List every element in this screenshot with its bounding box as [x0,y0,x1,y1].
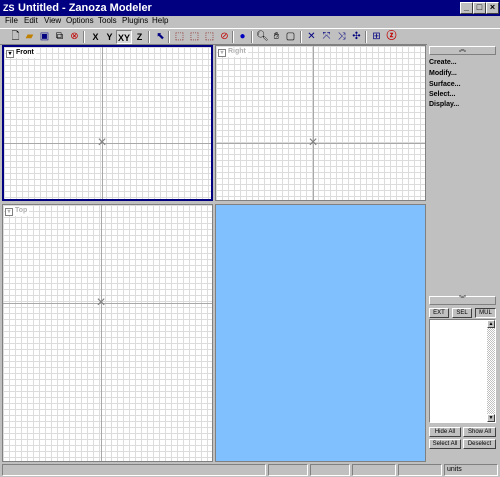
move-edges-icon[interactable]: ⤧ [319,30,334,44]
object-list[interactable]: ▲ ▼ [429,319,496,423]
viewport-menu-icon[interactable]: ▾ [218,49,226,57]
copy-icon[interactable]: ⧉ [52,30,67,44]
menu-help[interactable]: Help [152,16,168,26]
origin-marker-icon: × [97,134,107,151]
minimize-button[interactable]: _ [460,2,473,14]
zoom-extents-icon[interactable]: ▢ [283,30,298,44]
front-viewport[interactable]: ▾ Front × [2,45,213,201]
toolbar-separator [300,31,302,43]
viewport-menu-icon[interactable]: ▾ [5,208,13,216]
toolbar-separator [365,31,367,43]
scale-icon[interactable]: ✣ [349,30,364,44]
menu-plugins[interactable]: Plugins [122,16,148,26]
status-bar: units [0,463,500,477]
cube-view-icon[interactable]: ⬚ [172,30,187,44]
open-folder-icon[interactable]: ▰ [22,30,37,44]
x-axis-line [216,143,425,144]
origin-marker-icon: × [96,294,106,311]
right-viewport[interactable]: ▾ Right × [215,45,426,201]
collapse-down-button[interactable]: ︾ [429,296,496,305]
rotate-icon[interactable]: ⤨ [334,30,349,44]
window-title: Untitled - Zanoza Modeler [18,2,152,14]
toolbar-separator [232,31,234,43]
menu-file[interactable]: File [5,16,18,26]
top-viewport-label[interactable]: ▾ Top [5,206,30,216]
viewport-menu-icon[interactable]: ▾ [6,50,14,58]
y-axis-line [101,205,102,461]
axis-z-button[interactable]: Z [132,30,147,44]
status-units: units [444,464,498,476]
origin-marker-icon: × [308,134,318,151]
select-arrow-icon[interactable]: ⬉ [153,30,168,44]
move-vertices-icon[interactable]: ✕ [304,30,319,44]
menu-tools[interactable]: Tools [98,16,117,26]
right-viewport-label[interactable]: ▾ Right [218,47,248,57]
toolbar-separator [251,31,253,43]
cube-wire-icon[interactable]: ⬚ [202,30,217,44]
hand-pan-icon[interactable]: ✋︎ [269,30,284,44]
ext-button[interactable]: EXT [429,308,449,318]
axis-xy-button[interactable]: XY [116,30,132,44]
front-viewport-label[interactable]: ▾ Front [6,48,36,58]
sel-button[interactable]: SEL [452,308,472,318]
deselect-button[interactable]: Deselect [463,439,496,449]
title-bar: ZS Untitled - Zanoza Modeler _ □ × [0,0,500,16]
toolbar-separator [148,31,150,43]
render-viewport[interactable] [215,204,426,462]
scroll-up-arrow-icon[interactable]: ▲ [487,320,495,328]
status-cell [398,464,442,476]
cube-none-icon[interactable]: ⊘ [217,30,232,44]
menu-view[interactable]: View [44,16,61,26]
maximize-button[interactable]: □ [473,2,486,14]
status-cell [268,464,308,476]
menu-bar: File Edit View Options Tools Plugins Hel… [0,16,500,27]
panel-menu-modify[interactable]: Modify... [429,69,457,78]
y-axis-line [102,47,103,199]
zoom-icon[interactable]: 🔍︎ [255,30,270,44]
cube-solid-icon[interactable]: ⬚ [187,30,202,44]
save-icon[interactable]: ▣ [37,30,52,44]
hide-all-button[interactable]: Hide All [429,427,461,437]
axis-y-button[interactable]: Y [102,30,117,44]
axis-x-button[interactable]: X [88,30,103,44]
panel-menu-display[interactable]: Display... [429,100,459,109]
command-panel: ︽ Create... Modify... Surface... Select.… [427,44,500,462]
menu-edit[interactable]: Edit [24,16,38,26]
top-viewport[interactable]: ▾ Top × [2,204,213,462]
toolbar-separator [168,31,170,43]
status-message [2,464,266,476]
sphere-icon[interactable]: ● [235,30,250,44]
toolbar: 🗋 ▰ ▣ ⧉ ⊗ X Y XY Z ⬉ ⬚ ⬚ ⬚ ⊘ ● 🔍︎ ✋︎ ▢ ✕… [0,28,500,45]
list-scrollbar[interactable]: ▲ ▼ [487,320,495,422]
panel-menu-create[interactable]: Create... [429,58,457,67]
help-z-icon[interactable]: ⓩ [384,30,399,44]
scroll-down-arrow-icon[interactable]: ▼ [487,414,495,422]
close-button[interactable]: × [486,2,499,14]
status-cell [352,464,396,476]
collapse-up-button[interactable]: ︽ [429,46,496,55]
show-all-button[interactable]: Show All [463,427,496,437]
app-icon: ZS [3,3,15,13]
panel-menu-surface[interactable]: Surface... [429,80,461,89]
render-icon[interactable]: ⊗ [67,30,82,44]
select-all-button[interactable]: Select All [429,439,461,449]
new-file-icon[interactable]: 🗋 [8,30,23,44]
mul-button[interactable]: MUL [475,308,496,318]
panel-menu-select[interactable]: Select... [429,90,455,99]
toolbar-separator [83,31,85,43]
status-cell [310,464,350,476]
y-axis-line [313,46,314,200]
plugin-icon[interactable]: ⊞ [369,30,384,44]
menu-options[interactable]: Options [66,16,94,26]
